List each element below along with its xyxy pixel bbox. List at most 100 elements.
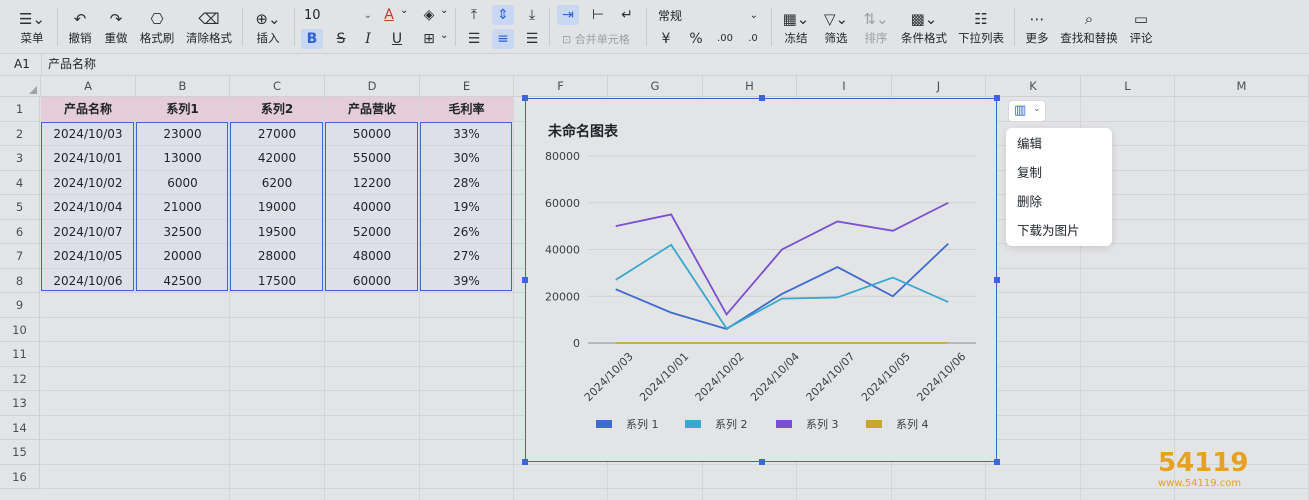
header-cell[interactable]: 产品营收 — [325, 97, 420, 122]
align-top-button[interactable]: ⤒ — [463, 5, 485, 25]
column-header[interactable]: H — [703, 76, 797, 97]
column-header[interactable]: A — [41, 76, 136, 97]
row-header[interactable]: 16 — [0, 464, 40, 489]
chart[interactable]: 未命名图表 0 20000 40000 60000 80000 2024/10/03 202… — [525, 98, 997, 462]
resize-handle[interactable] — [759, 95, 765, 101]
align-bottom-button[interactable]: ⤓ — [521, 5, 543, 25]
more-button[interactable]: ⋯ 更多 — [1020, 8, 1054, 46]
wrap-clip-button[interactable]: ⊢ — [587, 5, 609, 25]
column-header[interactable]: L — [1081, 76, 1175, 97]
more-icon: ⋯ — [1029, 10, 1045, 28]
x-tick-label: 2024/10/04 — [748, 350, 802, 404]
bold-button[interactable]: B — [301, 29, 323, 49]
divider — [549, 8, 550, 46]
percent-button[interactable]: % — [685, 29, 707, 49]
column-header[interactable]: J — [892, 76, 986, 97]
row-header[interactable]: 6 — [0, 219, 40, 244]
align-right-button[interactable]: ☰ — [521, 29, 543, 49]
filter-icon: ▽⌄ — [823, 10, 849, 28]
column-header[interactable]: F — [514, 76, 608, 97]
format-painter-button[interactable]: ⎔ 格式刷 — [137, 8, 177, 46]
row-header[interactable]: 1 — [0, 97, 40, 122]
chart-type-button[interactable]: ▥ ⌄ — [1008, 100, 1046, 122]
menu-button[interactable]: ☰⌄ 菜单 — [12, 8, 52, 46]
resize-handle[interactable] — [522, 459, 528, 465]
eraser-icon: ⌫ — [198, 10, 220, 28]
divider — [771, 8, 772, 46]
resize-handle[interactable] — [522, 95, 528, 101]
row-header[interactable]: 13 — [0, 391, 40, 416]
header-cell[interactable]: 系列2 — [230, 97, 325, 122]
column-header[interactable]: K — [986, 76, 1081, 97]
y-tick-label: 60000 — [545, 197, 580, 210]
number-format-select[interactable]: 常规 ⌄ — [658, 6, 758, 26]
row-header[interactable]: 5 — [0, 195, 40, 220]
resize-handle[interactable] — [994, 95, 1000, 101]
align-left-button[interactable]: ☰ — [463, 29, 485, 49]
y-tick-label: 0 — [573, 337, 580, 350]
row-header[interactable]: 3 — [0, 146, 40, 171]
row-header[interactable]: 11 — [0, 342, 40, 367]
row-header[interactable]: 9 — [0, 293, 40, 318]
menu-item-edit[interactable]: 编辑 — [1006, 129, 1112, 158]
row-header[interactable]: 2 — [0, 121, 40, 146]
menu-item-download-image[interactable]: 下载为图片 — [1006, 216, 1112, 245]
resize-handle[interactable] — [994, 277, 1000, 283]
select-all-corner[interactable] — [0, 76, 41, 97]
row-header[interactable]: 4 — [0, 170, 40, 195]
row-header[interactable]: 12 — [0, 366, 40, 391]
align-center-button[interactable]: ≡ — [492, 29, 514, 49]
align-middle-button[interactable]: ⇕ — [492, 5, 514, 25]
undo-button[interactable]: ↶ 撤销 — [63, 8, 97, 46]
clear-format-button[interactable]: ⌫ 清除格式 — [184, 8, 234, 46]
x-tick-label: 2024/10/07 — [804, 350, 858, 404]
fill-color-button[interactable]: ◈ — [418, 5, 440, 25]
column-header[interactable]: D — [325, 76, 420, 97]
header-cell[interactable]: 系列1 — [136, 97, 230, 122]
cell-reference[interactable]: A1 — [14, 54, 30, 75]
formula-input[interactable]: 产品名称 — [48, 54, 96, 75]
italic-button[interactable]: I — [357, 29, 379, 49]
sort-button[interactable]: ⇅⌄ 排序 — [858, 8, 894, 46]
resize-handle[interactable] — [522, 277, 528, 283]
header-cell[interactable]: 毛利率 — [420, 97, 514, 122]
decrease-decimal-button[interactable]: .00 — [714, 29, 736, 49]
conditional-format-button[interactable]: ▩⌄ 条件格式 — [898, 8, 950, 46]
menu-item-copy[interactable]: 复制 — [1006, 158, 1112, 187]
font-color-button[interactable]: A — [378, 5, 400, 25]
column-header[interactable]: C — [230, 76, 325, 97]
row-header[interactable]: 15 — [0, 440, 40, 465]
undo-icon: ↶ — [73, 10, 87, 28]
column-header[interactable]: M — [1175, 76, 1309, 97]
freeze-button[interactable]: ▦⌄ 冻结 — [778, 8, 814, 46]
column-header[interactable]: I — [797, 76, 892, 97]
row-header[interactable]: 14 — [0, 415, 40, 440]
strikethrough-button[interactable]: S — [330, 29, 352, 49]
find-replace-button[interactable]: ⌕ 查找和替换 — [1058, 8, 1120, 46]
column-header[interactable]: G — [608, 76, 703, 97]
dropdown-list-button[interactable]: ☷ 下拉列表 — [955, 8, 1007, 46]
y-tick-label: 80000 — [545, 150, 580, 163]
font-size-select[interactable]: 10 ⌄ — [304, 6, 374, 26]
row-header[interactable]: 8 — [0, 268, 40, 293]
underline-button[interactable]: U — [386, 29, 408, 49]
resize-handle[interactable] — [759, 459, 765, 465]
menu-item-delete[interactable]: 删除 — [1006, 187, 1112, 216]
wrap-overflow-button[interactable]: ⇥ — [557, 5, 579, 25]
increase-decimal-button[interactable]: .0 — [742, 29, 764, 49]
column-header[interactable]: B — [136, 76, 230, 97]
merge-cells-button[interactable]: ⊡ 合并单元格 — [562, 31, 630, 47]
column-header[interactable]: E — [420, 76, 514, 97]
resize-handle[interactable] — [994, 459, 1000, 465]
currency-button[interactable]: ¥ — [655, 29, 677, 49]
row-header[interactable]: 7 — [0, 244, 40, 269]
legend-swatch — [866, 420, 882, 428]
header-cell[interactable]: 产品名称 — [41, 97, 136, 122]
border-button[interactable]: ⊞ — [418, 29, 440, 49]
row-header[interactable]: 10 — [0, 317, 40, 342]
filter-button[interactable]: ▽⌄ 筛选 — [818, 8, 854, 46]
wrap-text-button[interactable]: ↵ — [616, 5, 638, 25]
insert-button[interactable]: ⊕⌄ 插入 — [248, 8, 288, 46]
comment-button[interactable]: ▭ 评论 — [1124, 8, 1158, 46]
redo-button[interactable]: ↷ 重做 — [99, 8, 133, 46]
